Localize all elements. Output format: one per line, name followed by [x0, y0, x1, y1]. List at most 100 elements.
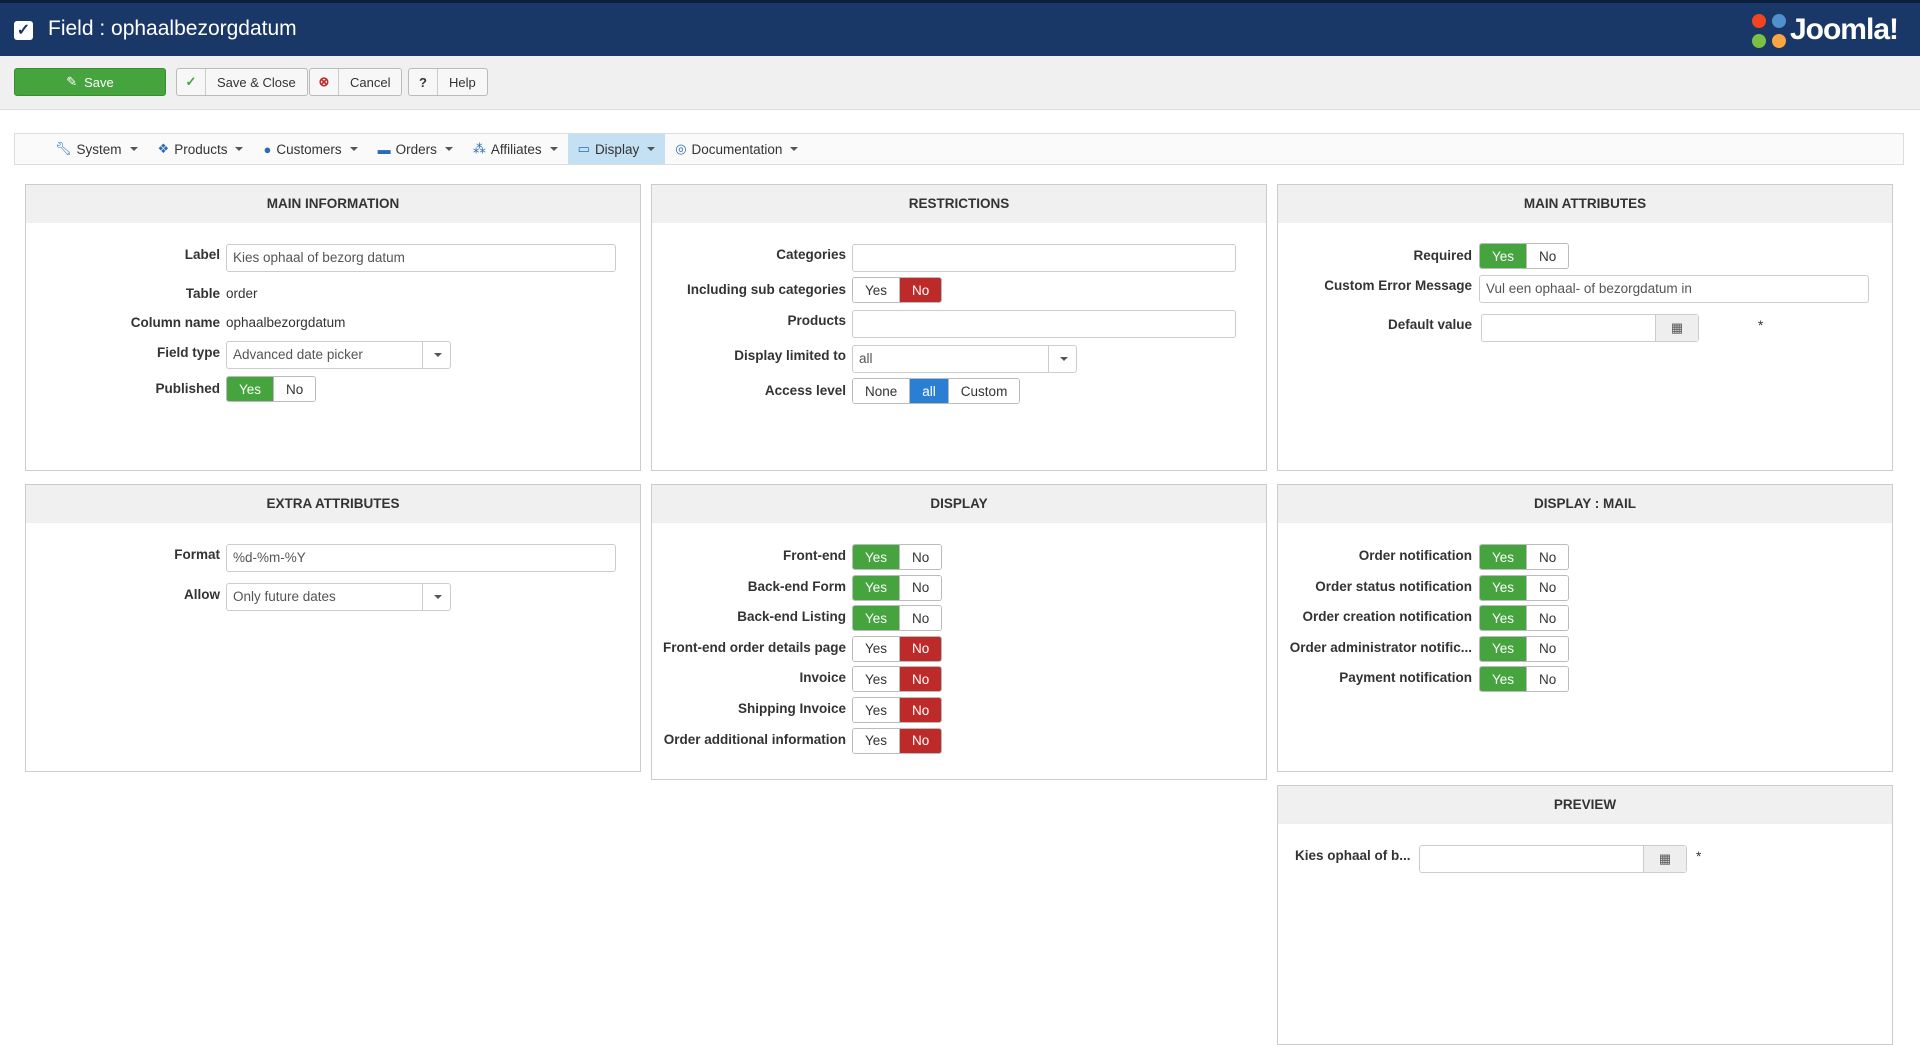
- no-option[interactable]: No: [899, 728, 942, 753]
- yes-no-toggle[interactable]: Yes No: [852, 574, 943, 601]
- subcategories-label: Including sub categories: [686, 282, 846, 297]
- cubes-icon: ❖: [157, 141, 170, 156]
- yes-no-toggle[interactable]: Yes No: [1479, 666, 1570, 693]
- required-asterisk: *: [1696, 849, 1702, 864]
- menu-display[interactable]: ▭ Display: [567, 134, 666, 164]
- yes-option[interactable]: Yes: [1480, 575, 1527, 600]
- yes-no-toggle[interactable]: Yes No: [852, 605, 943, 632]
- menu-system[interactable]: 🔧︎ System: [45, 134, 148, 164]
- no-option[interactable]: No: [1526, 667, 1569, 692]
- help-button[interactable]: ? Help: [408, 68, 488, 96]
- format-input[interactable]: %d-%m-%Y: [226, 544, 616, 572]
- menu-documentation[interactable]: ◎ Documentation: [665, 134, 808, 164]
- row-label: Order additional information: [663, 731, 846, 747]
- field-type-select[interactable]: Advanced date picker: [226, 341, 451, 369]
- yes-no-toggle[interactable]: Yes No: [852, 666, 943, 693]
- default-value-input[interactable]: ▦: [1481, 314, 1699, 342]
- yes-no-toggle[interactable]: Yes No: [1479, 574, 1570, 601]
- save-button[interactable]: ✎ Save: [14, 68, 166, 96]
- no-option[interactable]: No: [899, 667, 942, 692]
- preview-date-input[interactable]: ▦: [1419, 845, 1687, 873]
- yes-no-toggle[interactable]: Yes No: [1479, 605, 1570, 632]
- yes-option[interactable]: Yes: [853, 636, 900, 661]
- column-name-label: Column name: [130, 315, 220, 330]
- yes-no-toggle[interactable]: Yes No: [1479, 544, 1570, 570]
- no-option[interactable]: No: [1526, 636, 1569, 661]
- yes-option[interactable]: Yes: [853, 575, 900, 600]
- table-value: order: [226, 286, 258, 301]
- required-toggle[interactable]: Yes No: [1479, 243, 1570, 269]
- error-message-input[interactable]: Vul een ophaal- of bezorgdatum in: [1479, 275, 1869, 303]
- display-limited-select[interactable]: all: [852, 345, 1077, 373]
- panel-title: MAIN ATTRIBUTES: [1278, 185, 1892, 223]
- credit-card-icon: ▬: [377, 141, 391, 157]
- row-label: Order status notification: [1315, 578, 1472, 594]
- subcategories-toggle[interactable]: Yes No: [852, 277, 943, 303]
- yes-option[interactable]: Yes: [1480, 606, 1527, 631]
- extra-attributes-panel: EXTRA ATTRIBUTES Format %d-%m-%Y Allow O…: [25, 484, 641, 772]
- calendar-icon[interactable]: ▦: [1643, 846, 1686, 872]
- yes-no-toggle[interactable]: Yes No: [852, 544, 943, 570]
- yes-option[interactable]: Yes: [853, 545, 900, 569]
- label-input[interactable]: Kies ophaal of bezorg datum: [226, 244, 616, 272]
- yes-no-toggle[interactable]: Yes No: [852, 727, 943, 754]
- yes-no-toggle[interactable]: Yes No: [1479, 635, 1570, 662]
- yes-option[interactable]: Yes: [853, 606, 900, 631]
- chevron-down-icon: [422, 584, 450, 610]
- column-name-value: ophaalbezorgdatum: [226, 315, 346, 330]
- published-label: Published: [155, 381, 220, 396]
- header: ✓ Field : ophaalbezorgdatum Joomla!: [0, 0, 1920, 56]
- no-option[interactable]: No: [899, 575, 942, 600]
- display-mail-panel: DISPLAY : MAIL Order notification Yes No Or…: [1277, 484, 1893, 772]
- calendar-icon[interactable]: ▦: [1655, 315, 1698, 341]
- row-label: Order administrator notific...: [1289, 639, 1472, 655]
- no-option[interactable]: No: [899, 606, 942, 631]
- check-icon: ✓: [177, 69, 206, 95]
- no-option[interactable]: No: [899, 636, 942, 661]
- no-option[interactable]: No: [1526, 545, 1569, 569]
- no-option[interactable]: No: [899, 545, 942, 569]
- edit-icon: ✎: [66, 74, 78, 89]
- menu-orders[interactable]: ▬ Orders: [368, 134, 463, 164]
- allow-select[interactable]: Only future dates: [226, 583, 451, 611]
- error-message-label: Custom Error Message: [1324, 278, 1472, 293]
- categories-input[interactable]: [852, 244, 1236, 272]
- yes-option[interactable]: Yes: [1480, 636, 1527, 661]
- menu-products[interactable]: ❖ Products: [148, 134, 254, 164]
- row-label: Back-end Form: [747, 578, 846, 594]
- products-label: Products: [787, 313, 846, 328]
- lifebuoy-icon: ◎: [675, 141, 687, 156]
- question-icon: ?: [409, 69, 438, 95]
- label-label: Label: [184, 247, 220, 262]
- no-option[interactable]: No: [1526, 575, 1569, 600]
- yes-no-toggle[interactable]: Yes No: [852, 697, 943, 723]
- main-information-panel: MAIN INFORMATION Label Kies ophaal of be…: [25, 184, 641, 471]
- main-menu: 🔧︎ System ❖ Products ● Customers ▬ Orders ⁂ A…: [14, 133, 1904, 165]
- cancel-button[interactable]: ⊗ Cancel: [309, 68, 403, 96]
- yes-option[interactable]: Yes: [1480, 667, 1527, 692]
- panel-title: MAIN INFORMATION: [26, 185, 640, 223]
- no-option[interactable]: No: [1526, 606, 1569, 631]
- yes-option[interactable]: Yes: [1480, 545, 1527, 569]
- row-label: Order creation notification: [1302, 609, 1472, 625]
- yes-option[interactable]: Yes: [853, 667, 900, 692]
- yes-option[interactable]: Yes: [853, 728, 900, 753]
- restrictions-panel: RESTRICTIONS Categories Including sub ca…: [651, 184, 1267, 471]
- yes-no-toggle[interactable]: Yes No: [852, 635, 943, 662]
- menu-customers[interactable]: ● Customers: [253, 134, 367, 164]
- yes-option[interactable]: Yes: [853, 698, 900, 722]
- panel-title: DISPLAY : MAIL: [1278, 485, 1892, 523]
- panel-title: EXTRA ATTRIBUTES: [26, 485, 640, 523]
- access-level-toggle[interactable]: None all Custom: [852, 378, 1021, 404]
- preview-panel: PREVIEW Kies ophaal of b... ▦ *: [1277, 785, 1893, 1045]
- wrench-icon: 🔧︎: [55, 141, 72, 156]
- menu-affiliates[interactable]: ⁂ Affiliates: [463, 134, 568, 164]
- no-option[interactable]: No: [899, 698, 942, 722]
- main-attributes-panel: MAIN ATTRIBUTES Required Yes No Custom Er…: [1277, 184, 1893, 471]
- published-toggle[interactable]: Yes No: [226, 376, 317, 402]
- save-close-button[interactable]: ✓ Save & Close: [176, 68, 308, 96]
- chevron-down-icon: [422, 342, 450, 368]
- default-value-label: Default value: [1387, 317, 1472, 332]
- products-input[interactable]: [852, 310, 1236, 338]
- users-icon: ⁂: [472, 141, 486, 156]
